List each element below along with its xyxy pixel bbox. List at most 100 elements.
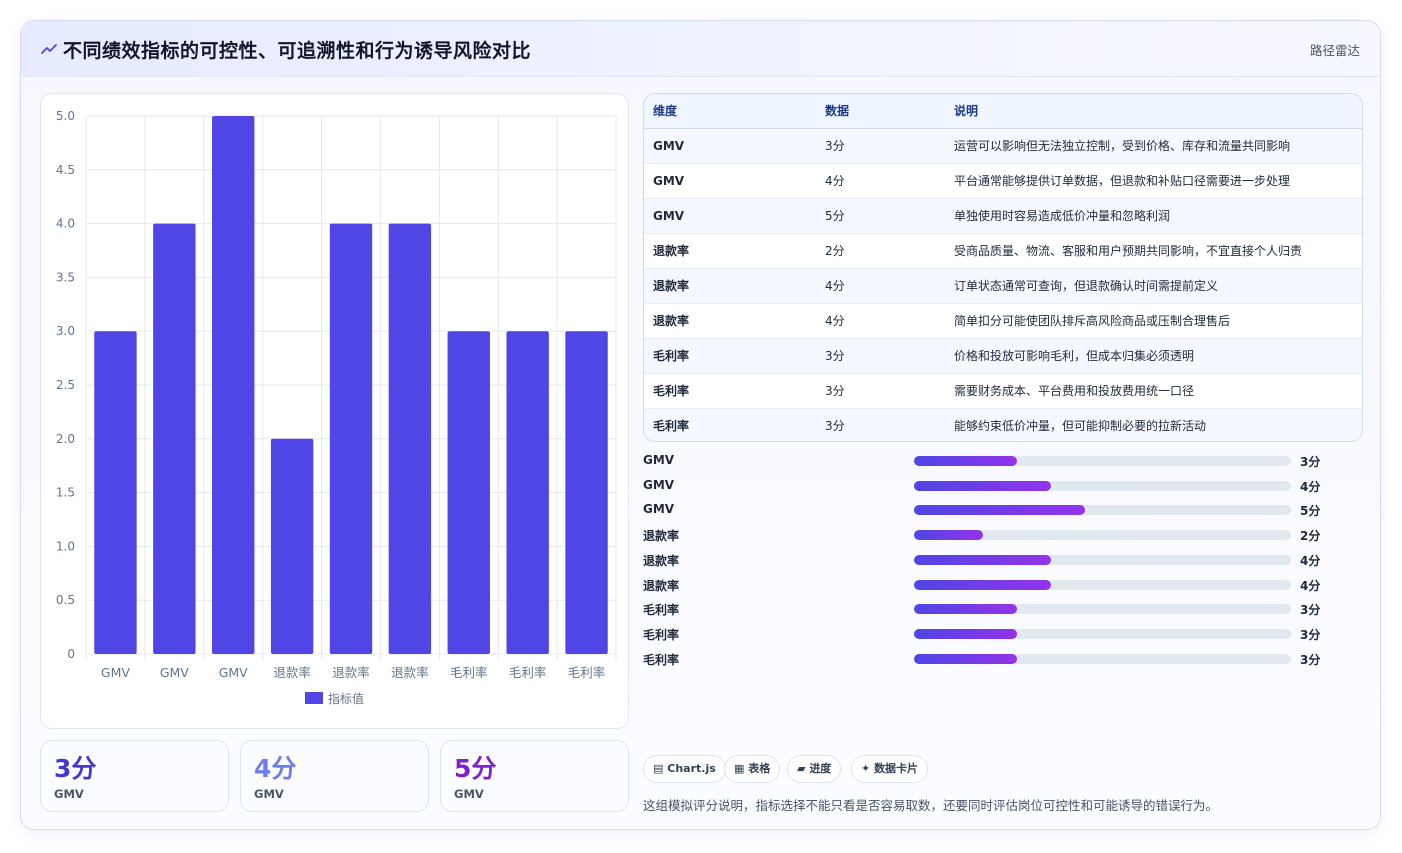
chip-table[interactable]: ▦ 表格	[724, 755, 781, 783]
cell-note: 能够约束低价冲量，但可能抑制必要的拉新活动	[954, 419, 1207, 434]
table-row: GMV 4分 平台通常能够提供订单数据，但退款和补贴口径需要进一步处理	[644, 163, 1362, 198]
header-tag[interactable]: 路径雷达	[1310, 40, 1360, 59]
progress-track	[914, 554, 1291, 565]
progress-fill	[914, 579, 1052, 590]
data-table: 维度 数据 说明 GMV 3分 运营可以影响但无法独立控制，受到价格、库存和流量…	[643, 93, 1363, 442]
progress-value: 3分	[1300, 455, 1321, 469]
y-tick-label: 1.0	[56, 539, 75, 553]
progress-track	[914, 604, 1291, 615]
progress-row: 毛利率 3分	[643, 599, 1363, 619]
stat-value: 3分	[54, 754, 97, 783]
legend-swatch	[305, 692, 323, 704]
cell-note: 订单状态通常可查询，但退款确认时间需提前定义	[954, 279, 1219, 293]
y-tick-label: 1.5	[56, 486, 75, 500]
column-header-note: 说明	[945, 94, 1362, 129]
footnote: 这组模拟评分说明，指标选择不能只看是否容易取数，还要同时评估岗位可控性和可能诱导…	[643, 798, 1219, 813]
bar	[506, 331, 549, 654]
progress-fill	[914, 456, 1017, 466]
progress-row: 退款率 4分	[643, 550, 1363, 570]
cell-note: 价格和投放可影响毛利，但成本归集必须透明	[954, 349, 1195, 363]
cell-score: 3分	[825, 419, 845, 434]
chip-data-card[interactable]: ✦ 数据卡片	[851, 755, 929, 783]
cell-dimension: 退款率	[653, 314, 690, 328]
chip-label: 数据卡片	[874, 762, 919, 775]
table-row: 毛利率 3分 能够约束低价冲量，但可能抑制必要的拉新活动	[644, 408, 1362, 441]
progress-fill	[914, 554, 1052, 565]
cell-dimension: 退款率	[653, 279, 690, 293]
chip-progress[interactable]: ▰ 进度	[787, 755, 842, 783]
cell-score: 4分	[825, 314, 845, 328]
cell-score: 3分	[825, 349, 845, 363]
progress-track	[914, 530, 1291, 541]
y-tick-label: 5.0	[56, 109, 75, 123]
chip-chartjs[interactable]: ▤ Chart.js	[643, 755, 726, 783]
column-header-data: 数据	[816, 94, 945, 129]
y-tick-label: 0	[67, 647, 75, 661]
bar-chart: 0 0.5 1.0 1.5 2.0 2.5 3.0 3.5 4.0 4.5 5.0 GMV GMV GMV…	[56, 109, 617, 706]
progress-track	[914, 653, 1291, 664]
x-tick-label: GMV	[101, 665, 130, 680]
progress-fill	[914, 530, 983, 541]
table-icon: ▦	[734, 762, 745, 775]
cell-note: 受商品质量、物流、客服和用户预期共同影响，不宜直接个人归责	[954, 244, 1303, 258]
chip-label: Chart.js	[667, 762, 716, 775]
progress-row: GMV 4分	[643, 476, 1363, 496]
stat-label: GMV	[54, 787, 84, 801]
progress-label: GMV	[643, 502, 675, 517]
bar	[329, 223, 373, 654]
progress-row: 退款率 2分	[643, 525, 1363, 545]
table-row: 毛利率 3分 需要财务成本、平台费用和投放费用统一口径	[644, 373, 1362, 408]
bar	[94, 331, 137, 654]
column-header-dimension: 维度	[644, 94, 816, 129]
progress-row: 毛利率 3分	[643, 649, 1363, 669]
table-row: GMV 3分 运营可以影响但无法独立控制，受到价格、库存和流量共同影响	[644, 128, 1362, 163]
y-tick-label: 2.0	[56, 432, 75, 446]
progress-label: 毛利率	[643, 652, 680, 667]
x-tick-label: GMV	[160, 665, 189, 680]
stat-card: 4分 GMV	[240, 740, 429, 812]
x-tick-label: 退款率	[273, 665, 311, 680]
progress-value: 4分	[1300, 479, 1321, 494]
card-header: 不同绩效指标的可控性、可追溯性和行为诱导风险对比 路径雷达	[21, 21, 1380, 77]
cell-dimension: GMV	[653, 173, 685, 188]
progress-value: 3分	[1300, 603, 1321, 618]
cell-dimension: GMV	[653, 138, 685, 153]
cell-score: 4分	[825, 279, 845, 293]
progress-row: GMV 3分	[643, 451, 1363, 471]
x-tick-label: 退款率	[391, 665, 429, 680]
cell-score: 2分	[825, 244, 845, 258]
progress-track	[914, 579, 1291, 590]
cell-score: 3分	[825, 139, 845, 153]
stat-card: 5分 GMV	[440, 740, 629, 812]
table-row: 退款率 4分 订单状态通常可查询，但退款确认时间需提前定义	[644, 268, 1362, 303]
table-row: 毛利率 3分 价格和投放可影响毛利，但成本归集必须透明	[644, 338, 1362, 373]
bar	[565, 331, 608, 654]
progress-fill	[914, 653, 1017, 664]
cell-dimension: GMV	[653, 208, 685, 223]
stat-label: GMV	[254, 787, 284, 801]
cell-note: 平台通常能够提供订单数据，但退款和补贴口径需要进一步处理	[954, 174, 1291, 188]
cell-note: 单独使用时容易造成低价冲量和忽略利润	[954, 209, 1171, 223]
progress-track	[914, 505, 1291, 516]
stat-card: 3分 GMV	[40, 740, 229, 812]
progress-value: 4分	[1300, 578, 1321, 593]
stat-value: 4分	[254, 754, 297, 783]
cell-note: 简单扣分可能使团队排斥高风险商品或压制合理售后	[954, 314, 1231, 328]
progress-label: 退款率	[643, 529, 680, 544]
cell-dimension: 毛利率	[653, 349, 690, 363]
y-tick-label: 3.0	[56, 324, 75, 338]
progress-value: 2分	[1300, 529, 1321, 544]
progress-row: 毛利率 3分	[643, 624, 1363, 644]
x-tick-label: 毛利率	[568, 665, 606, 680]
progress-value: 5分	[1300, 504, 1321, 519]
progress-fill	[914, 480, 1052, 491]
x-tick-label: 毛利率	[450, 665, 488, 680]
progress-label: 退款率	[643, 553, 680, 568]
cell-dimension: 毛利率	[653, 419, 690, 434]
trend-icon	[41, 44, 57, 54]
y-tick-label: 3.5	[56, 270, 75, 284]
x-tick-label: 毛利率	[509, 665, 547, 680]
progress-value: 4分	[1300, 553, 1321, 568]
table-header-row: 维度 数据 说明	[644, 94, 1362, 129]
y-tick-label: 2.5	[56, 378, 75, 392]
